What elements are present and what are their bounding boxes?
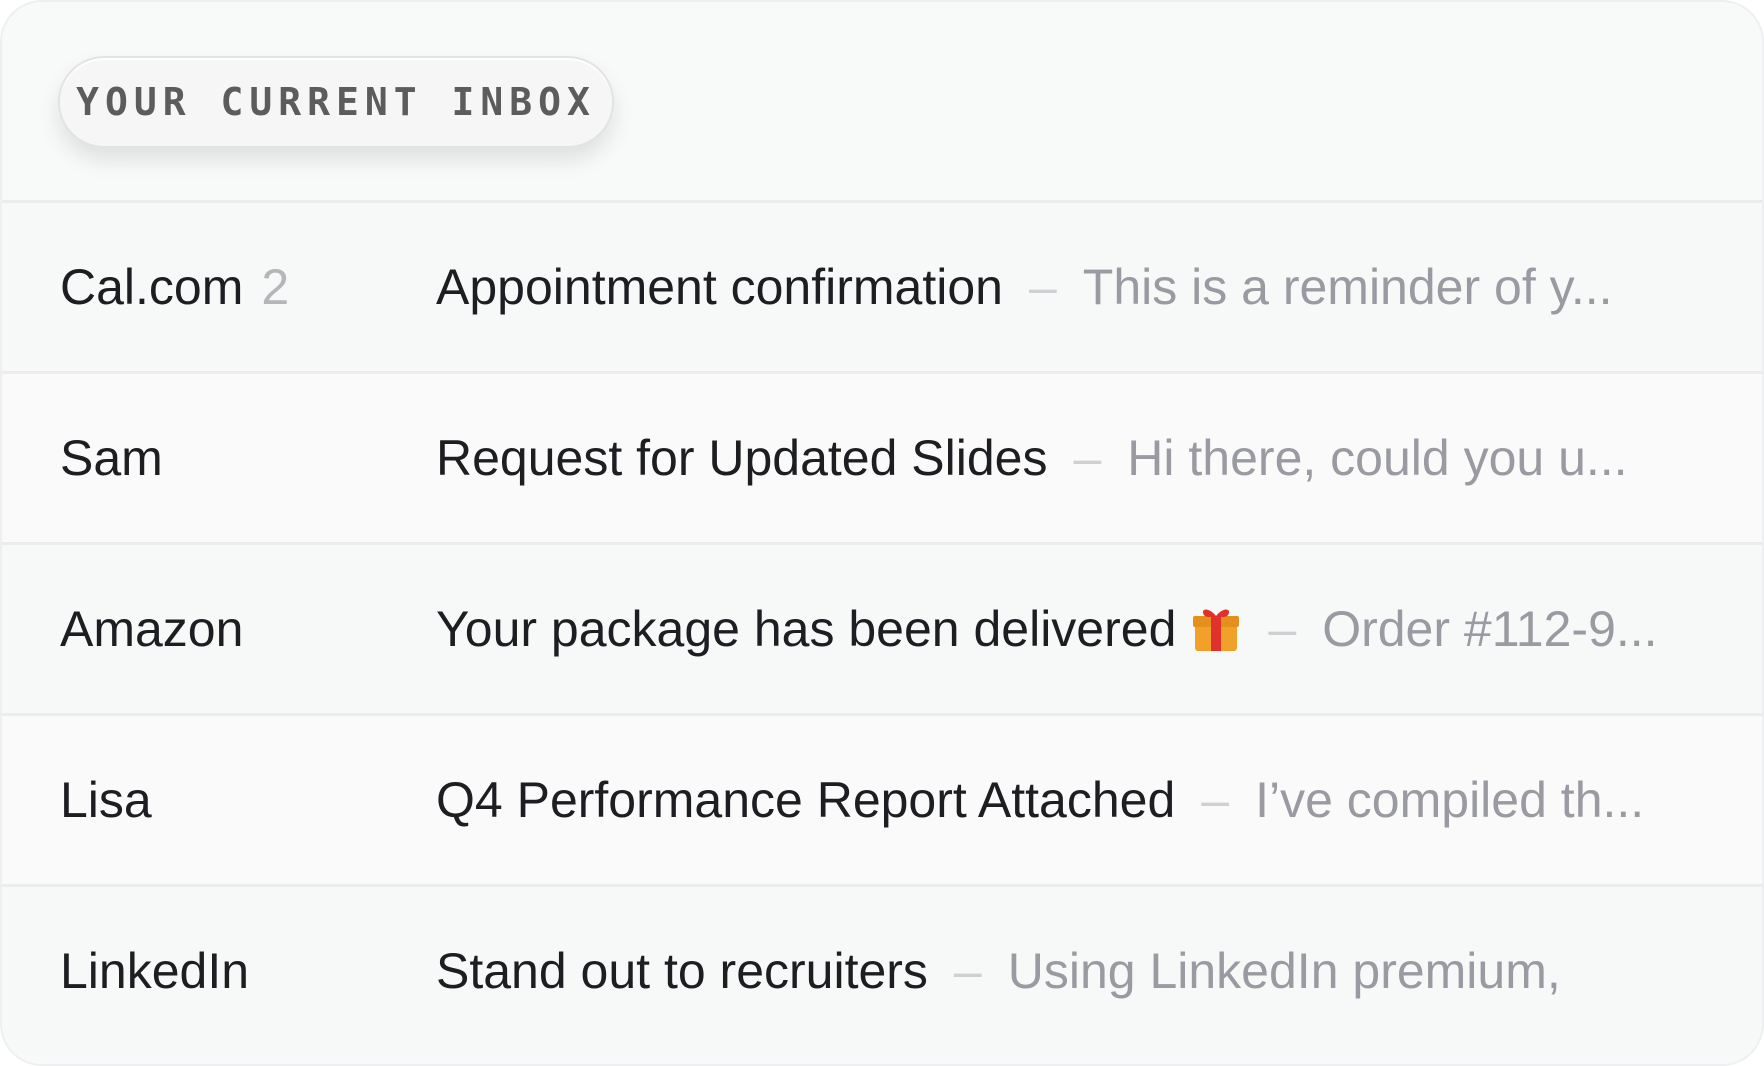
email-sender: Sam	[60, 429, 163, 487]
email-message: Stand out to recruiters – Using LinkedIn…	[436, 942, 1722, 1000]
email-row[interactable]: Amazon Your package has been delivered –…	[2, 542, 1762, 713]
email-row[interactable]: LinkedIn Stand out to recruiters – Using…	[2, 884, 1762, 1055]
subject-separator: –	[953, 943, 982, 999]
inbox-header: YOUR CURRENT INBOX	[2, 2, 1762, 200]
email-sender: LinkedIn	[60, 942, 249, 1000]
email-message: Your package has been delivered – Order …	[436, 600, 1722, 658]
email-preview: Order #112-9...	[1322, 601, 1658, 657]
sender-name: Amazon	[60, 601, 244, 657]
email-sender: Amazon	[60, 600, 243, 658]
email-sender: Lisa	[60, 771, 152, 829]
gift-icon	[1190, 603, 1242, 655]
email-message: Appointment confirmation – This is a rem…	[436, 258, 1722, 316]
sender-name: LinkedIn	[60, 943, 250, 999]
email-subject: Stand out to recruiters	[436, 943, 928, 999]
email-preview: This is a reminder of y...	[1082, 259, 1613, 315]
subject-separator: –	[1073, 430, 1102, 486]
sender-name: Cal.com	[60, 259, 244, 315]
email-preview: I’ve compiled th...	[1255, 772, 1645, 828]
inbox-title-pill: YOUR CURRENT INBOX	[58, 56, 614, 148]
subject-separator: –	[1268, 601, 1297, 657]
email-row[interactable]: Lisa Q4 Performance Report Attached – I’…	[2, 713, 1762, 884]
inbox-title-label: YOUR CURRENT INBOX	[76, 80, 596, 124]
email-subject: Your package has been delivered	[436, 601, 1177, 657]
email-sender: Cal.com 2	[60, 258, 289, 316]
subject-separator: –	[1201, 772, 1230, 828]
thread-count: 2	[261, 259, 290, 315]
email-preview: Hi there, could you u...	[1127, 430, 1628, 486]
email-list: Cal.com 2 Appointment confirmation – Thi…	[2, 200, 1762, 1055]
sender-name: Lisa	[60, 772, 152, 828]
email-row[interactable]: Cal.com 2 Appointment confirmation – Thi…	[2, 200, 1762, 371]
email-subject: Appointment confirmation	[436, 259, 1003, 315]
inbox-card: YOUR CURRENT INBOX Cal.com 2 Appointment…	[0, 0, 1764, 1066]
sender-name: Sam	[60, 430, 163, 486]
subject-separator: –	[1028, 259, 1057, 315]
email-row[interactable]: Sam Request for Updated Slides – Hi ther…	[2, 371, 1762, 542]
email-preview: Using LinkedIn premium,	[1007, 943, 1561, 999]
email-subject: Q4 Performance Report Attached	[436, 772, 1176, 828]
email-message: Request for Updated Slides – Hi there, c…	[436, 429, 1722, 487]
email-subject: Request for Updated Slides	[436, 430, 1048, 486]
email-message: Q4 Performance Report Attached – I’ve co…	[436, 771, 1722, 829]
